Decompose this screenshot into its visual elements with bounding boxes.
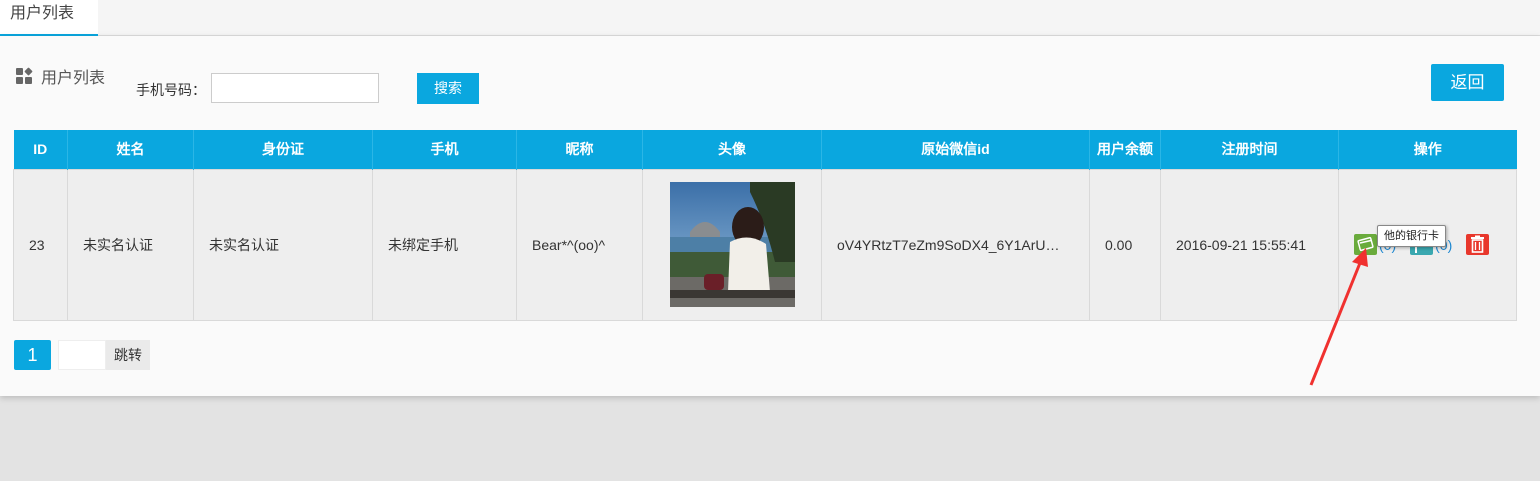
- bank-card-icon[interactable]: [1354, 234, 1377, 255]
- section-title-label: 用户列表: [41, 70, 106, 87]
- pagination: 1 跳转: [14, 340, 150, 370]
- table-header-row: ID 姓名 身份证 手机 昵称 头像 原始微信id 用户余额 注册时间 操作: [13, 130, 1517, 169]
- header-name: 姓名: [67, 130, 194, 169]
- search-button[interactable]: 搜索: [417, 73, 479, 104]
- header-id-card: 身份证: [193, 130, 373, 169]
- header-id: ID: [13, 130, 68, 169]
- header-actions: 操作: [1338, 130, 1517, 169]
- section-title: 用户列表: [16, 64, 105, 88]
- header-balance: 用户余额: [1089, 130, 1161, 169]
- phone-label: 手机号码：: [136, 82, 206, 98]
- header-reg-time: 注册时间: [1160, 130, 1339, 169]
- table-row: 23 未实名认证 未实名认证 未绑定手机 Bear*^(oo)^ oV4YRtz…: [13, 168, 1517, 321]
- page-jump-input[interactable]: [58, 340, 106, 370]
- cell-nickname: Bear*^(oo)^: [516, 168, 643, 321]
- cell-id: 23: [13, 168, 68, 321]
- header-avatar: 头像: [642, 130, 822, 169]
- content-panel: 用户列表 手机号码： 搜索 返回 ID 姓名 身份证 手机 昵称 头像 原始微信…: [0, 36, 1540, 396]
- cell-wechat-id: oV4YRtzT7eZm9SoDX4_6Y1ArU…: [821, 168, 1090, 321]
- cell-phone: 未绑定手机: [372, 168, 517, 321]
- grid-icon: [16, 66, 33, 85]
- cell-id-card: 未实名认证: [193, 168, 373, 321]
- phone-search-input[interactable]: [211, 73, 379, 103]
- header-phone: 手机: [372, 130, 517, 169]
- back-button[interactable]: 返回: [1431, 64, 1504, 101]
- bank-card-tooltip: 他的银行卡: [1377, 225, 1446, 247]
- tab-bar: 用户列表: [0, 0, 1540, 36]
- cell-name: 未实名认证: [67, 168, 194, 321]
- tab-user-list[interactable]: 用户列表: [0, 0, 98, 36]
- user-table: ID 姓名 身份证 手机 昵称 头像 原始微信id 用户余额 注册时间 操作 2…: [13, 130, 1517, 321]
- jump-button[interactable]: 跳转: [106, 340, 150, 370]
- cell-reg-time: 2016-09-21 15:55:41: [1160, 168, 1339, 321]
- cell-avatar: [642, 168, 822, 321]
- avatar: [669, 182, 795, 307]
- cell-balance: 0.00: [1089, 168, 1161, 321]
- header-wechat-id: 原始微信id: [821, 130, 1090, 169]
- header-nickname: 昵称: [516, 130, 643, 169]
- page-1-button[interactable]: 1: [14, 340, 51, 370]
- trash-icon[interactable]: [1466, 234, 1490, 255]
